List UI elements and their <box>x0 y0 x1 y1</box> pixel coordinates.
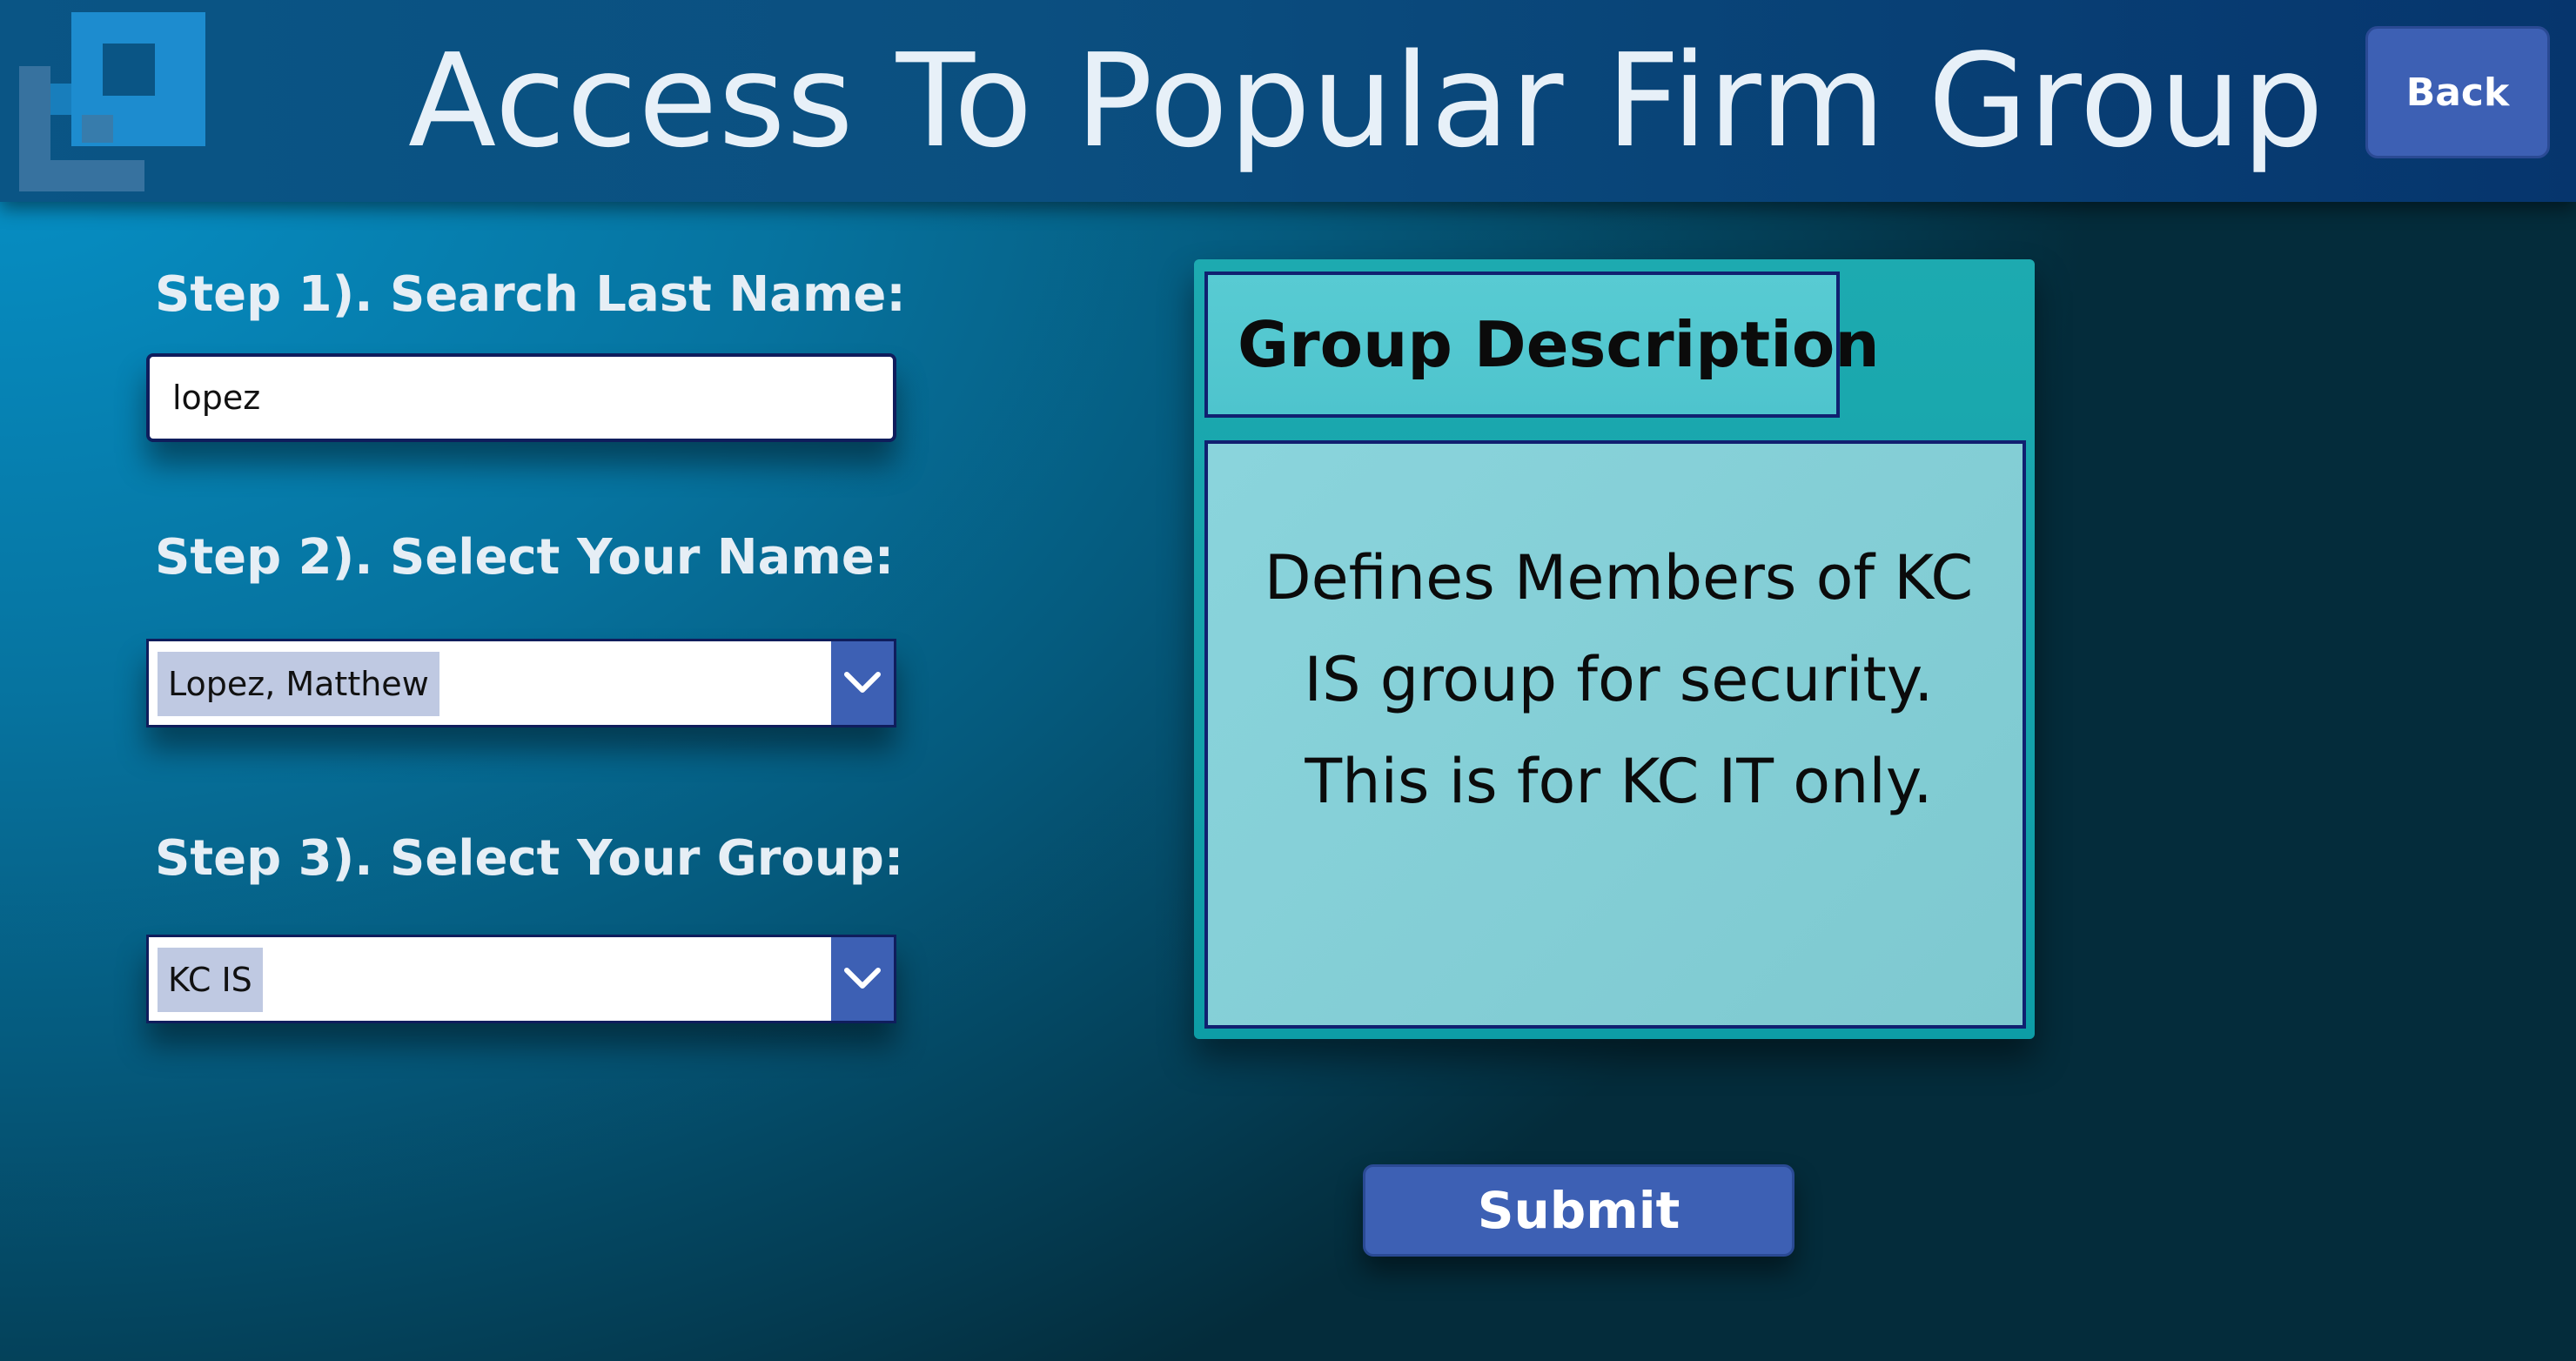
group-description-heading: Group Description <box>1204 272 1880 418</box>
step3-label: Step 3). Select Your Group: <box>155 830 904 887</box>
group-dropdown[interactable]: KC IS <box>146 935 896 1023</box>
group-description-panel: Group Description Defines Members of KC … <box>1194 259 2035 1039</box>
page-title: Access To Popular Firm Group <box>407 26 2325 176</box>
last-name-search-input[interactable]: lopez <box>146 353 896 442</box>
group-dropdown-selected-value: KC IS <box>158 948 263 1012</box>
group-description-text: Defines Members of KC IS group for secur… <box>1264 542 1974 817</box>
step1-label: Step 1). Search Last Name: <box>155 266 906 323</box>
chevron-down-icon[interactable] <box>831 937 894 1021</box>
group-description-body: Defines Members of KC IS group for secur… <box>1204 440 2026 1029</box>
firm-logo-icon <box>19 12 205 191</box>
header-bar: Access To Popular Firm Group Back <box>0 0 2576 202</box>
back-button[interactable]: Back <box>2365 26 2550 158</box>
chevron-down-icon[interactable] <box>831 641 894 725</box>
app-screen: Access To Popular Firm Group Back Step 1… <box>0 0 2576 1361</box>
name-dropdown-selected-value: Lopez, Matthew <box>158 652 439 716</box>
submit-button[interactable]: Submit <box>1363 1164 1794 1257</box>
step2-label: Step 2). Select Your Name: <box>155 529 895 586</box>
name-dropdown[interactable]: Lopez, Matthew <box>146 639 896 727</box>
